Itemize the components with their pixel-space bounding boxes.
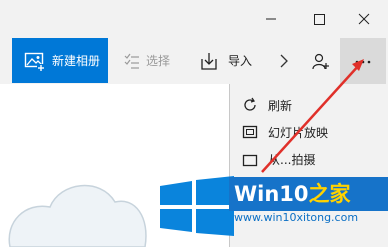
maximize-button[interactable] — [296, 0, 342, 38]
title-bar — [0, 0, 388, 38]
menu-item-label: 刷新 — [268, 98, 293, 113]
minimize-icon — [266, 18, 276, 20]
more-chevron-button[interactable] — [278, 38, 290, 83]
refresh-icon — [244, 97, 256, 111]
chevron-right-icon — [280, 54, 288, 67]
import-icon — [201, 52, 217, 70]
watermark-brand-cn: 之家 — [308, 182, 351, 206]
menu-item-label: 从...拍摄 — [268, 152, 316, 167]
menu-item-import-from[interactable]: 从...拍摄 — [230, 146, 388, 172]
slideshow-icon — [242, 125, 258, 139]
new-album-button[interactable]: 新建相册 — [12, 38, 108, 83]
watermark-url: www.win10xitong.com — [234, 211, 359, 224]
menu-item-slideshow[interactable]: 幻灯片放映 — [230, 119, 388, 145]
new-album-label: 新建相册 — [52, 54, 101, 68]
minimize-button[interactable] — [248, 0, 294, 38]
select-label: 选择 — [146, 54, 171, 68]
select-button[interactable]: 选择 — [124, 38, 170, 83]
select-icon — [124, 53, 139, 69]
close-icon — [358, 13, 370, 25]
watermark-brand: Win10之家 — [234, 178, 351, 208]
more-dots-icon — [355, 60, 371, 64]
windows-logo — [160, 176, 234, 236]
menu-item-label: 幻灯片放映 — [268, 125, 329, 140]
menu-item-refresh[interactable]: 刷新 — [230, 92, 388, 118]
cloud-illustration — [8, 185, 147, 247]
new-album-icon — [24, 52, 45, 72]
watermark-brand-en: Win10 — [234, 182, 309, 206]
import-button[interactable]: 导入 — [200, 38, 252, 83]
close-button[interactable] — [342, 0, 388, 38]
add-person-button[interactable] — [312, 38, 330, 83]
import-label: 导入 — [228, 54, 253, 68]
import-from-icon — [242, 154, 258, 167]
command-bar: 新建相册 选择 导入 — [0, 38, 388, 84]
see-more-button[interactable] — [340, 38, 386, 84]
add-person-icon — [312, 53, 329, 69]
maximize-icon — [314, 14, 325, 25]
